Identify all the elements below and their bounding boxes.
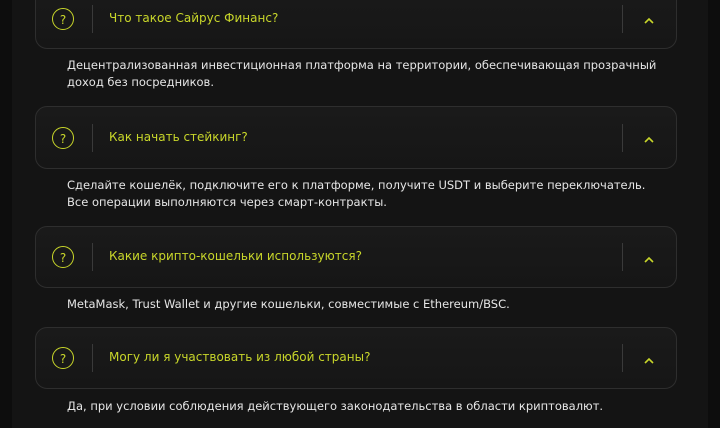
faq-question-1[interactable]: ? Что такое Сайрус Финанс? — [35, 0, 677, 49]
divider — [92, 5, 93, 33]
faq-question-4[interactable]: ? Могу ли я участвовать из любой страны? — [35, 327, 677, 389]
divider — [622, 243, 623, 271]
faq-question-text: Могу ли я участвовать из любой страны? — [109, 350, 371, 364]
divider — [622, 344, 623, 372]
chevron-up-icon[interactable] — [642, 253, 656, 267]
divider — [92, 124, 93, 152]
question-mark-icon: ? — [52, 246, 74, 268]
divider — [622, 5, 623, 33]
chevron-up-icon[interactable] — [642, 133, 656, 147]
question-mark-icon: ? — [52, 127, 74, 149]
faq-answer-1: Децентрализованная инвестиционная платфо… — [67, 58, 657, 89]
divider — [622, 124, 623, 152]
faq-answer-2: Сделайте кошелёк, подключите его к платф… — [67, 178, 646, 209]
question-mark-icon: ? — [52, 8, 74, 30]
chevron-up-icon[interactable] — [642, 354, 656, 368]
faq-answer-3: MetaMask, Trust Wallet и другие кошельки… — [67, 297, 510, 311]
chevron-up-icon[interactable] — [642, 14, 656, 28]
divider — [92, 243, 93, 271]
faq-question-text: Какие крипто-кошельки используются? — [109, 249, 362, 263]
faq-question-3[interactable]: ? Какие крипто-кошельки используются? — [35, 226, 677, 288]
faq-question-2[interactable]: ? Как начать стейкинг? — [35, 106, 677, 169]
question-mark-icon: ? — [52, 347, 74, 369]
faq-answer-4: Да, при условии соблюдения действующего … — [67, 399, 604, 413]
faq-question-text: Как начать стейкинг? — [109, 130, 248, 144]
faq-question-text: Что такое Сайрус Финанс? — [109, 11, 279, 25]
divider — [92, 344, 93, 372]
